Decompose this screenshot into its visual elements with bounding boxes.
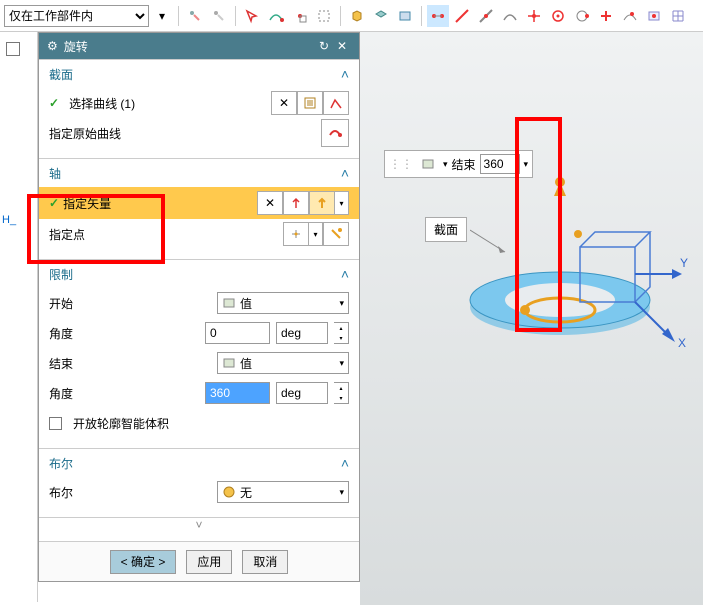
region-icon[interactable] <box>394 5 416 27</box>
arrow-select-icon[interactable] <box>241 5 263 27</box>
revolve-dialog: ⚙ 旋转 ↻ ✕ 截面 ˄ ✓ 选择曲线 (1) ✕ 指定原始曲线 <box>38 32 360 582</box>
limits-header[interactable]: 限制 ˄ <box>39 260 359 288</box>
start-angle-label: 角度 <box>49 325 199 342</box>
drag-handle-icon[interactable]: ⋮⋮ <box>389 157 413 171</box>
dropdown-arrow-icon[interactable]: ▾ <box>151 5 173 27</box>
end-angle-label: 角度 <box>49 385 199 402</box>
section-curve-header[interactable]: 截面 ˄ <box>39 60 359 88</box>
end-type-combo[interactable]: 值 ▾ <box>217 352 349 374</box>
dialog-footer: < 确定 > 应用 取消 <box>39 541 359 581</box>
toolbar-icon-1[interactable] <box>184 5 206 27</box>
left-tab-area: H_ <box>0 32 38 602</box>
expand-more-icon[interactable]: ˅ <box>39 517 359 533</box>
end-unit-combo[interactable]: deg <box>276 382 328 404</box>
vector-infer-button[interactable] <box>283 191 309 215</box>
annotation-box-axis-3d <box>515 117 562 332</box>
x-axis-label: X <box>678 336 686 350</box>
apply-button[interactable]: 应用 <box>186 550 232 574</box>
vector-dialog-button[interactable] <box>309 191 335 215</box>
snap-center-icon[interactable] <box>547 5 569 27</box>
boolean-section: 布尔 ˄ 布尔 无 ▾ <box>39 448 359 517</box>
dialog-title: 旋转 <box>64 38 315 55</box>
check-icon: ✓ <box>49 96 59 110</box>
limits-section: 限制 ˄ 开始 值 ▾ 角度 deg ▴▾ 结束 <box>39 259 359 448</box>
vector-dropdown[interactable]: ▾ <box>335 191 349 215</box>
open-profile-label: 开放轮廓智能体积 <box>73 415 169 432</box>
dialog-header: ⚙ 旋转 ↻ ✕ <box>39 33 359 59</box>
snap-face-icon[interactable] <box>643 5 665 27</box>
plus-square-icon[interactable] <box>289 5 311 27</box>
open-profile-checkbox[interactable] <box>49 417 62 430</box>
end-angle-input[interactable] <box>205 382 270 404</box>
ok-button[interactable]: < 确定 > <box>110 550 177 574</box>
start-angle-input[interactable] <box>205 322 270 344</box>
annotation-box-axis <box>27 194 165 264</box>
gear-icon[interactable]: ⚙ <box>47 39 58 53</box>
filter-select[interactable]: 仅在工作部件内 <box>4 5 149 27</box>
close-icon[interactable]: ✕ <box>333 37 351 55</box>
curve-sketch-button[interactable] <box>323 91 349 115</box>
snap-quadrant-icon[interactable] <box>571 5 593 27</box>
solid-icon[interactable] <box>346 5 368 27</box>
y-axis-label: Y <box>680 256 688 270</box>
boolean-combo[interactable]: 无 ▾ <box>217 481 349 503</box>
face-icon[interactable] <box>370 5 392 27</box>
vector-reverse-button[interactable]: ✕ <box>257 191 283 215</box>
boolean-header[interactable]: 布尔 ˄ <box>39 449 359 477</box>
chevron-up-icon: ˄ <box>341 455 349 471</box>
cancel-button[interactable]: 取消 <box>242 550 288 574</box>
section-curve-section: 截面 ˄ ✓ 选择曲线 (1) ✕ 指定原始曲线 <box>39 59 359 158</box>
tab-label[interactable]: H_ <box>2 214 16 226</box>
tab-icon[interactable] <box>6 42 20 56</box>
3d-viewport[interactable]: ⋮⋮ ▾ 结束 ▾ 截面 Y X <box>360 32 703 605</box>
snap-grid-icon[interactable] <box>667 5 689 27</box>
snap-oncurve-icon[interactable] <box>475 5 497 27</box>
start-label: 开始 <box>49 295 211 312</box>
snap-curve-point-icon[interactable] <box>619 5 641 27</box>
snap-plus-icon[interactable] <box>595 5 617 27</box>
point-dropdown[interactable]: ▾ <box>309 222 323 246</box>
end-label: 结束 <box>49 355 211 372</box>
chevron-up-icon: ˄ <box>341 266 349 282</box>
curve-list-button[interactable] <box>297 91 323 115</box>
select-curve-label: 选择曲线 (1) <box>69 95 265 112</box>
snap-endpoint-icon[interactable] <box>427 5 449 27</box>
toolbar-icon-2[interactable] <box>208 5 230 27</box>
dashed-select-icon[interactable] <box>313 5 335 27</box>
chevron-up-icon: ˄ <box>341 165 349 181</box>
origin-curve-button[interactable] <box>321 119 349 147</box>
point-infer-button[interactable] <box>283 222 309 246</box>
curve-rule-button[interactable]: ✕ <box>271 91 297 115</box>
axis-header[interactable]: 轴 ˄ <box>39 159 359 187</box>
snap-midpoint-icon[interactable] <box>451 5 473 27</box>
snap-intersection-icon[interactable] <box>523 5 545 27</box>
chevron-up-icon: ˄ <box>341 66 349 82</box>
curve-path-icon[interactable] <box>265 5 287 27</box>
origin-curve-label: 指定原始曲线 <box>49 125 315 142</box>
start-type-combo[interactable]: 值 ▾ <box>217 292 349 314</box>
top-toolbar: 仅在工作部件内 ▾ <box>0 0 703 32</box>
start-unit-combo[interactable]: deg <box>276 322 328 344</box>
start-angle-spinner[interactable]: ▴▾ <box>334 322 349 344</box>
snap-tangent-icon[interactable] <box>499 5 521 27</box>
reset-icon[interactable]: ↻ <box>315 37 333 55</box>
end-angle-spinner[interactable]: ▴▾ <box>334 382 349 404</box>
boolean-label: 布尔 <box>49 484 211 501</box>
point-dialog-button[interactable] <box>323 222 349 246</box>
